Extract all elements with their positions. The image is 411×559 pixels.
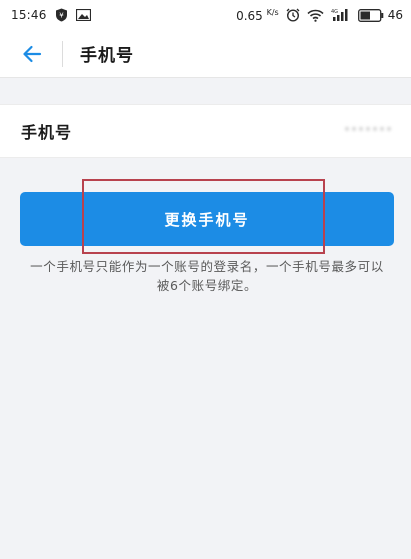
shield-app-icon: ¥ <box>55 8 68 22</box>
info-note: 一个手机号只能作为一个账号的登录名，一个手机号最多可以被6个账号绑定。 <box>30 259 384 293</box>
alarm-icon <box>286 8 300 22</box>
network-speed-value: 0.65 <box>236 8 263 23</box>
status-left: 15:46 ¥ <box>11 8 91 22</box>
change-phone-button[interactable]: 更换手机号 <box>20 192 394 246</box>
back-arrow-icon <box>23 45 42 62</box>
app-bar: 手机号 <box>0 30 411 78</box>
status-bar: 15:46 ¥ 0.65 K/s 4G 46 <box>0 0 411 30</box>
phone-number-value: ******* <box>344 124 393 138</box>
network-speed: 0.65 K/s <box>236 8 279 23</box>
battery-icon <box>357 8 384 22</box>
wifi-icon <box>307 9 324 22</box>
back-button[interactable] <box>8 30 56 78</box>
status-right: 0.65 K/s 4G 46 <box>236 8 403 23</box>
app-bar-divider <box>62 40 63 67</box>
battery-level: 46 <box>387 8 403 22</box>
svg-text:¥: ¥ <box>59 12 64 20</box>
change-phone-button-label: 更换手机号 <box>164 210 250 229</box>
phone-number-label: 手机号 <box>21 123 73 142</box>
status-time: 15:46 <box>11 8 47 22</box>
svg-text:4G: 4G <box>331 9 338 15</box>
phone-settings-screen: 15:46 ¥ 0.65 K/s 4G 46 手机号 手机号 ******* 更… <box>0 0 411 559</box>
image-icon <box>75 9 91 21</box>
signal-4g-icon: 4G <box>331 8 351 22</box>
page-title: 手机号 <box>80 46 134 66</box>
network-speed-unit: K/s <box>266 7 279 17</box>
phone-number-row: 手机号 ******* <box>0 104 411 158</box>
